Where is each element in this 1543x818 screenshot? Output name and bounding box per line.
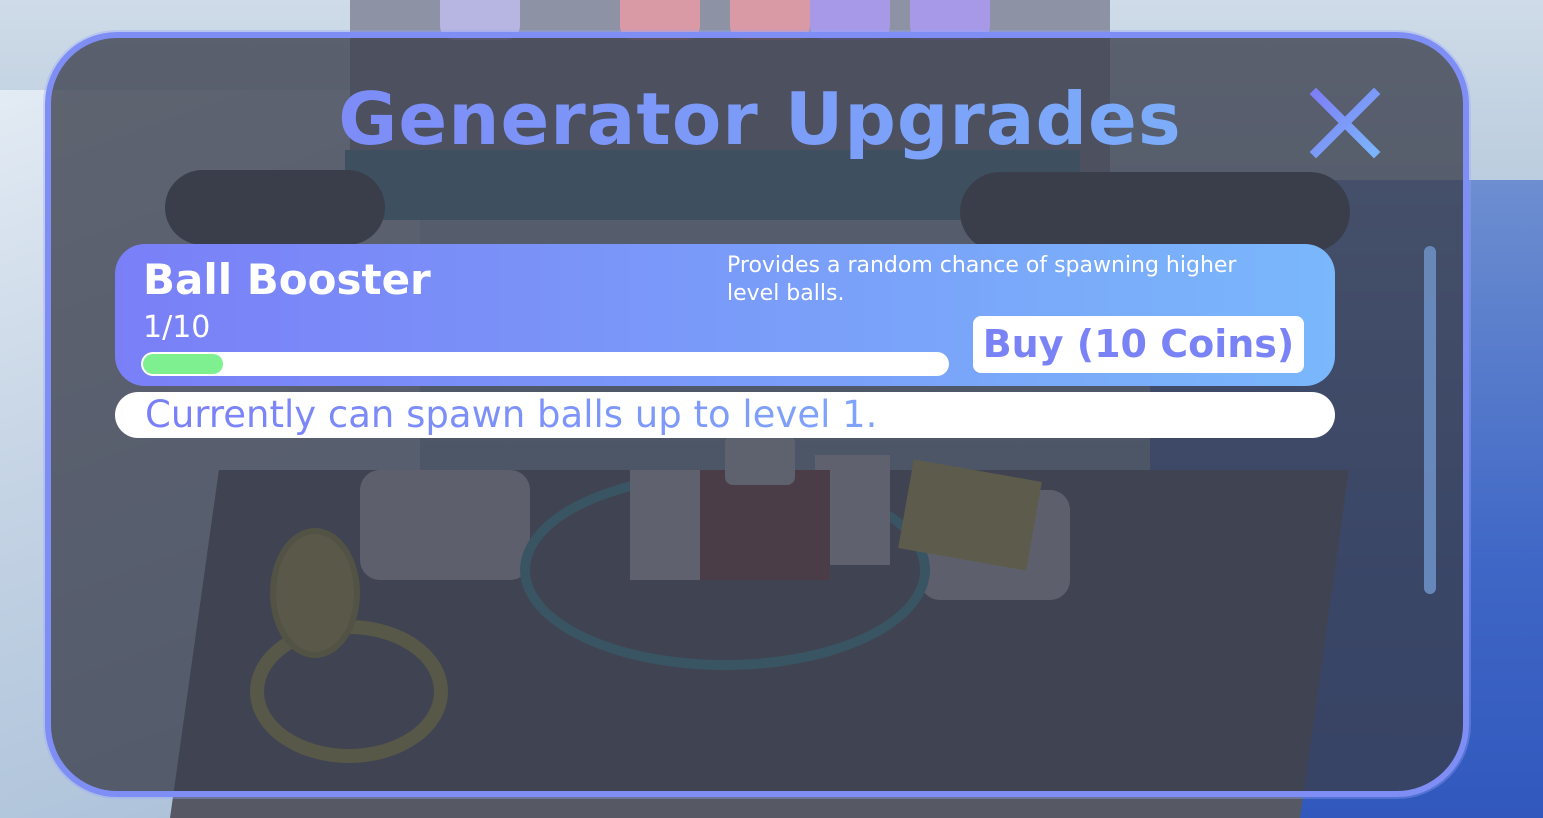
upgrade-progress-fill (143, 354, 223, 374)
buy-button[interactable]: Buy (10 Coins) (973, 316, 1304, 373)
close-button[interactable] (1308, 86, 1382, 160)
close-icon (1309, 87, 1381, 159)
upgrade-progress-bar (141, 352, 949, 376)
upgrade-info-text: Currently can spawn balls up to level 1. (145, 393, 878, 436)
upgrade-description: Provides a random chance of spawning hig… (727, 253, 1237, 306)
list-scrollbar[interactable] (1424, 246, 1436, 594)
modal-title: Generator Upgrades (0, 74, 1520, 164)
upgrade-card-ball-booster: Ball Booster 1/10 Provides a random chan… (115, 244, 1335, 386)
upgrade-name: Ball Booster (143, 255, 431, 304)
upgrade-info-bar: Currently can spawn balls up to level 1. (115, 392, 1335, 438)
upgrade-level: 1/10 (143, 310, 211, 345)
